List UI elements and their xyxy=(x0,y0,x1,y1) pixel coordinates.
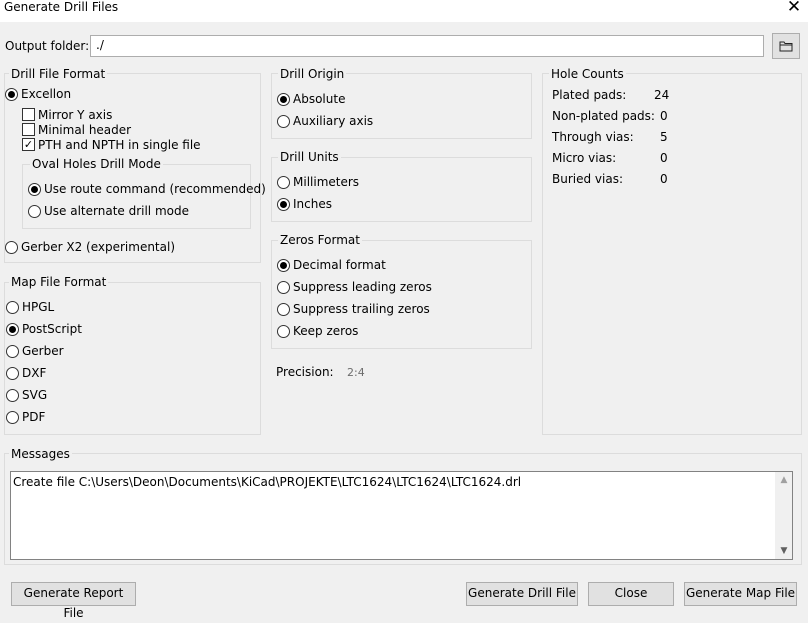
close-icon[interactable]: ✕ xyxy=(784,0,804,17)
drill-file-format-title: Drill File Format xyxy=(9,67,108,81)
minimal-header-label[interactable]: Minimal header xyxy=(38,123,131,137)
radio-route-command[interactable] xyxy=(28,183,41,196)
route-command-label[interactable]: Use route command (recommended) xyxy=(44,182,266,196)
messages-title: Messages xyxy=(9,447,72,461)
radio-zeros-keep[interactable] xyxy=(277,325,290,338)
radio-gerber-x2[interactable] xyxy=(5,241,18,254)
oval-holes-group xyxy=(22,164,251,229)
radio-units-inches[interactable] xyxy=(277,198,290,211)
minimal-header-checkbox[interactable] xyxy=(22,123,35,136)
alternate-drill-label[interactable]: Use alternate drill mode xyxy=(44,204,189,218)
drill-origin-group xyxy=(271,73,532,139)
mirror-y-checkbox[interactable] xyxy=(22,108,35,121)
buried-vias-label: Buried vias: xyxy=(552,172,624,186)
hole-counts-group xyxy=(542,73,802,435)
title-bar xyxy=(0,0,808,22)
radio-zeros-suppress-leading[interactable] xyxy=(277,281,290,294)
generate-drill-button[interactable]: Generate Drill File xyxy=(466,582,578,606)
non-plated-pads-label: Non-plated pads: xyxy=(552,109,655,123)
micro-vias-value: 0 xyxy=(660,151,668,165)
units-mm-label[interactable]: Millimeters xyxy=(293,175,359,189)
map-dxf-label[interactable]: DXF xyxy=(22,366,46,380)
origin-absolute-label[interactable]: Absolute xyxy=(293,92,345,106)
precision-label: Precision: xyxy=(276,365,334,379)
radio-map-gerber[interactable] xyxy=(6,345,19,358)
excellon-label[interactable]: Excellon xyxy=(21,87,71,101)
radio-origin-auxiliary[interactable] xyxy=(277,115,290,128)
generate-map-button[interactable]: Generate Map File xyxy=(684,582,797,606)
zeros-suppress-trailing-label[interactable]: Suppress trailing zeros xyxy=(293,302,430,316)
map-file-format-title: Map File Format xyxy=(9,275,109,289)
radio-zeros-decimal[interactable] xyxy=(277,259,290,272)
origin-auxiliary-label[interactable]: Auxiliary axis xyxy=(293,114,373,128)
zeros-format-title: Zeros Format xyxy=(278,233,362,247)
zeros-keep-label[interactable]: Keep zeros xyxy=(293,324,358,338)
radio-excellon[interactable] xyxy=(5,88,18,101)
non-plated-pads-value: 0 xyxy=(660,109,668,123)
chevron-up-icon[interactable]: ▲ xyxy=(778,474,790,486)
zeros-suppress-leading-label[interactable]: Suppress leading zeros xyxy=(293,280,432,294)
map-postscript-label[interactable]: PostScript xyxy=(22,322,82,336)
chevron-down-icon[interactable]: ▼ xyxy=(778,545,790,557)
through-vias-value: 5 xyxy=(660,130,668,144)
radio-map-pdf[interactable] xyxy=(6,411,19,424)
radio-units-mm[interactable] xyxy=(277,176,290,189)
radio-map-dxf[interactable] xyxy=(6,367,19,380)
mirror-y-label[interactable]: Mirror Y axis xyxy=(38,108,112,122)
radio-map-postscript[interactable] xyxy=(6,323,19,336)
window-title: Generate Drill Files xyxy=(4,0,119,14)
pth-npth-checkbox[interactable]: ✓ xyxy=(22,138,35,151)
messages-text: Create file C:\Users\Deon\Documents\KiCa… xyxy=(13,475,522,489)
map-svg-label[interactable]: SVG xyxy=(22,388,47,402)
zeros-decimal-label[interactable]: Decimal format xyxy=(293,258,386,272)
output-folder-label: Output folder: xyxy=(5,39,90,53)
drill-units-group xyxy=(271,157,532,222)
micro-vias-label: Micro vias: xyxy=(552,151,617,165)
folder-icon xyxy=(779,41,793,52)
radio-origin-absolute[interactable] xyxy=(277,93,290,106)
radio-map-svg[interactable] xyxy=(6,389,19,402)
output-folder-input[interactable]: ./ xyxy=(90,35,764,57)
oval-holes-title: Oval Holes Drill Mode xyxy=(30,157,163,171)
drill-units-title: Drill Units xyxy=(278,150,341,164)
radio-zeros-suppress-trailing[interactable] xyxy=(277,303,290,316)
radio-alternate-drill[interactable] xyxy=(28,205,41,218)
hole-counts-title: Hole Counts xyxy=(549,67,626,81)
map-pdf-label[interactable]: PDF xyxy=(22,410,45,424)
gerber-x2-label[interactable]: Gerber X2 (experimental) xyxy=(21,240,175,254)
buried-vias-value: 0 xyxy=(660,172,668,186)
precision-value: 2:4 xyxy=(347,366,365,379)
units-inches-label[interactable]: Inches xyxy=(293,197,332,211)
radio-map-hpgl[interactable] xyxy=(6,301,19,314)
browse-folder-button[interactable] xyxy=(772,33,800,59)
map-hpgl-label[interactable]: HPGL xyxy=(22,300,54,314)
plated-pads-label: Plated pads: xyxy=(552,88,627,102)
pth-npth-label[interactable]: PTH and NPTH in single file xyxy=(38,138,201,152)
close-button[interactable]: Close xyxy=(588,582,674,606)
drill-origin-title: Drill Origin xyxy=(278,67,347,81)
plated-pads-value: 24 xyxy=(654,88,670,102)
through-vias-label: Through vias: xyxy=(552,130,634,144)
map-gerber-label[interactable]: Gerber xyxy=(22,344,64,358)
generate-report-button[interactable]: Generate Report File xyxy=(11,582,136,620)
